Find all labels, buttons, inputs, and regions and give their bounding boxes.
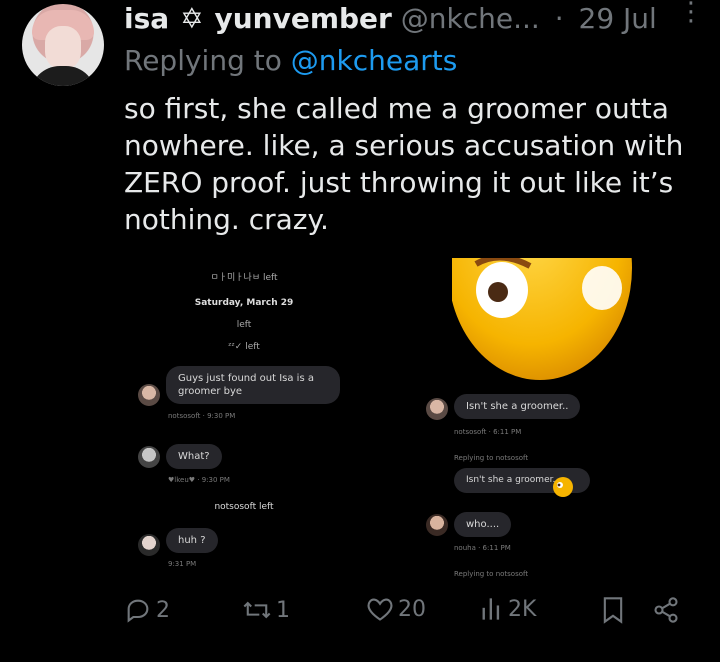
small-side-eye-emoji-icon (553, 477, 573, 497)
chat-message-meta: notsosoft · 9:30 PM (168, 412, 236, 420)
tweet-text: so first, she called me a groomer outta … (124, 92, 684, 236)
share-icon (654, 597, 678, 623)
chat-message-meta: ♥lkeu♥ · 9:30 PM (168, 476, 230, 484)
like-count: 20 (398, 596, 426, 622)
left-notice: ㅁㅏ미ㅏ나ㅂ left (210, 273, 278, 283)
chat-avatar (138, 446, 160, 468)
chat-message: Isn't she a groomer.. (454, 394, 581, 419)
views-button[interactable]: 2K (480, 596, 536, 622)
author-avatar[interactable] (22, 4, 104, 86)
author-name-suffix[interactable]: yunvember (214, 2, 391, 35)
heart-icon (367, 598, 393, 621)
tweet-media[interactable]: ㅁㅏ미ㅏ나ㅂ left Saturday, March 29 left ᶻᶻ✓ … (124, 258, 640, 594)
tweet-date[interactable]: 29 Jul (579, 2, 657, 35)
chat-avatar (138, 534, 160, 556)
left-notice-3: ᶻᶻ✓ left (228, 342, 260, 352)
reply-indicator: Replying to notsosoft (454, 570, 529, 578)
chat-message: who.... (454, 512, 512, 537)
chat-message: What? (166, 444, 222, 469)
avatar-shirt (30, 66, 96, 86)
chat-message: huh ? (166, 528, 218, 553)
reply-indicator: Replying to notsosoft (454, 454, 529, 462)
tweet-actions: 2 1 20 2K (124, 596, 696, 640)
reply-icon (127, 599, 149, 623)
left-notice-4: notsosoft left (214, 502, 274, 512)
bookmark-button[interactable] (602, 596, 624, 624)
separator-dot: · (554, 2, 564, 35)
reply-count: 2 (156, 597, 170, 623)
replying-to-mention[interactable]: @nkchearts (291, 44, 458, 77)
repost-icon (243, 601, 271, 619)
author-handle[interactable]: @nkche... (401, 2, 540, 35)
tweet-header: isa ✡ yunvember @nkche... · 29 Jul (124, 2, 657, 35)
side-eye-emoji-icon (452, 258, 632, 380)
chat-message-meta: 9:31 PM (168, 560, 197, 568)
chat-date: Saturday, March 29 (194, 298, 294, 308)
name-star-icon: ✡ (180, 2, 204, 35)
replying-to-line: Replying to @nkchearts (124, 44, 457, 77)
like-button[interactable]: 20 (366, 596, 426, 622)
chat-message: Guys just found out Isa is a groomer bye (166, 366, 340, 404)
chat-avatar (426, 398, 448, 420)
chat-avatar (138, 384, 160, 406)
chat-avatar (426, 514, 448, 536)
repost-button[interactable]: 1 (242, 596, 290, 624)
repost-count: 1 (276, 597, 290, 623)
chat-message-meta: nouha · 6:11 PM (454, 544, 511, 552)
bookmark-icon (603, 597, 623, 624)
views-count: 2K (508, 596, 537, 622)
chat-message-meta: notsosoft · 6:11 PM (454, 428, 522, 436)
views-chart-icon (482, 598, 500, 620)
more-options-icon[interactable]: ⋮ (678, 0, 704, 36)
share-button[interactable] (652, 596, 680, 624)
left-notice-2: left (236, 320, 252, 330)
avatar-face (45, 26, 81, 70)
replying-to-label: Replying to (124, 44, 282, 77)
reply-button[interactable]: 2 (124, 596, 170, 624)
author-display-name[interactable]: isa (124, 2, 169, 35)
